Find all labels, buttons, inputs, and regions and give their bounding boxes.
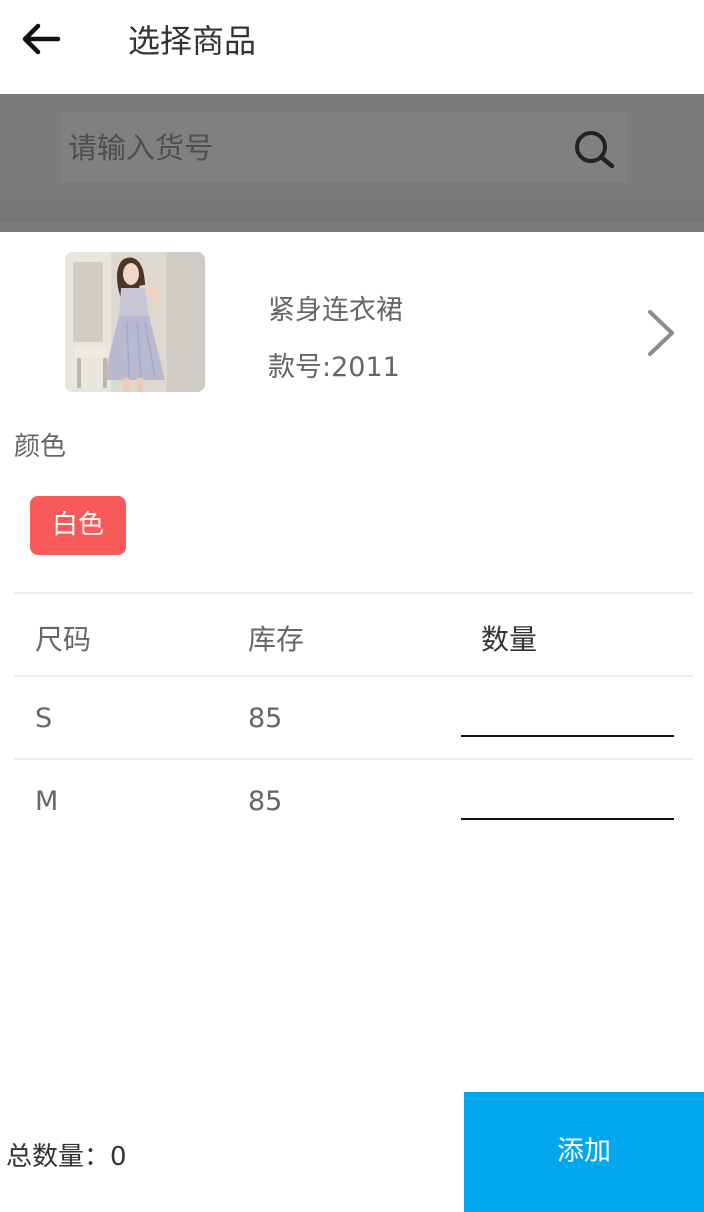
header-divider [14,675,693,677]
band-divider [0,200,704,222]
color-label: 颜色 [14,432,67,462]
product-name: 紧身连衣裙 [268,295,403,326]
search-input[interactable] [68,113,548,182]
row-size: M [35,786,59,817]
product-card[interactable]: 紧身连衣裙 款号:2011 [0,232,704,402]
row-stock: 85 [248,703,283,734]
product-code: 款号:2011 [268,352,400,383]
quantity-input-s[interactable] [461,697,674,737]
search-icon[interactable] [570,129,618,169]
back-button[interactable] [18,18,64,60]
product-thumbnail [65,252,205,392]
page-title: 选择商品 [128,22,257,60]
header-size: 尺码 [35,623,92,656]
add-button[interactable]: 添加 [464,1092,704,1212]
header-stock: 库存 [248,623,305,656]
quantity-input-m[interactable] [461,780,674,820]
row-stock: 85 [248,786,283,817]
header-quantity: 数量 [481,623,538,656]
arrow-left-icon [22,23,61,55]
row-divider [14,758,693,760]
color-option-white[interactable]: 白色 [30,496,126,555]
search-box [60,113,628,182]
chevron-right-icon[interactable] [642,308,678,358]
table-top-divider [14,592,693,594]
dress-photo-image [65,252,205,392]
row-size: S [35,703,53,734]
total-quantity: 总数量：0 [6,1142,127,1172]
app-header: 选择商品 [0,0,704,94]
